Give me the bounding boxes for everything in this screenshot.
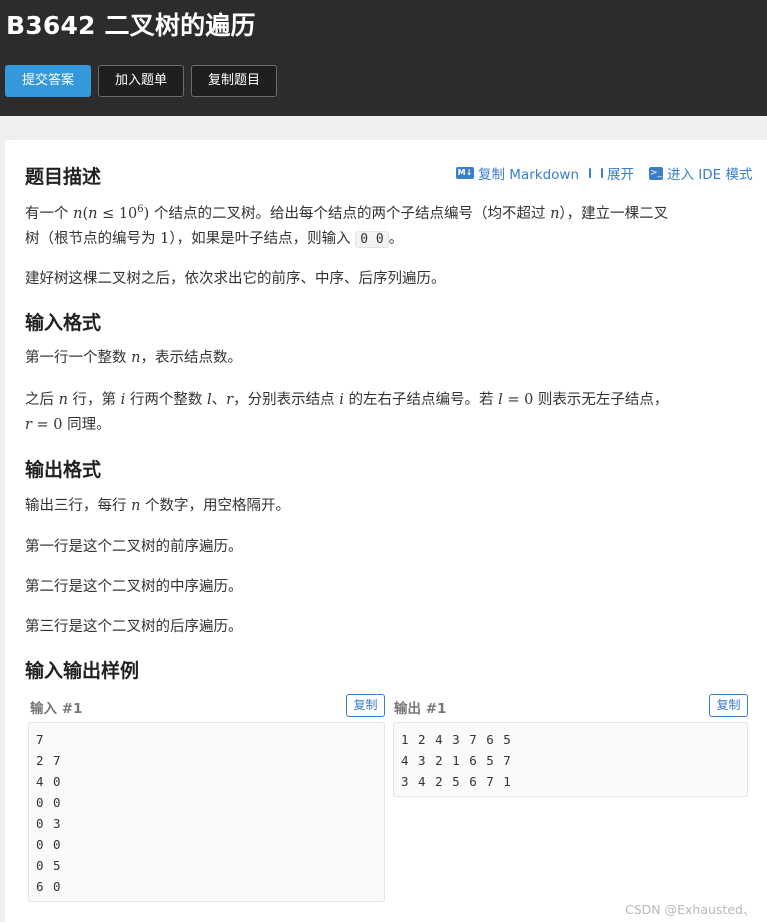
copy-markdown-label: 复制 Markdown <box>478 167 580 183</box>
description-line-2: 树（根节点的编号为 1），如果是叶子结点，则输入 0 0。 <box>25 231 404 248</box>
input-format-heading: 输入格式 <box>25 312 102 334</box>
input-format-line-1: 第一行一个整数 n，表示结点数。 <box>25 350 242 366</box>
description-paragraph-2: 建好树这棵二叉树之后，依次求出它的前序、中序、后序列遍历。 <box>25 271 446 287</box>
description-heading: 题目描述 <box>25 166 102 188</box>
input-format-line-3: r = 0 同理。 <box>25 417 111 433</box>
sample-output-label: 输出 #1 <box>394 701 447 717</box>
problem-card: 题目描述 M↓ 复制 Markdown 展开 >_ 进入 IDE 模式 有一个 … <box>5 140 767 922</box>
sample-input-label: 输入 #1 <box>30 701 83 717</box>
copy-markdown-link[interactable]: M↓ 复制 Markdown <box>456 163 579 183</box>
markdown-icon: M↓ <box>456 167 474 179</box>
sample-output-text: 1 2 4 3 7 6 5 4 3 2 1 6 5 7 3 4 2 5 6 7 … <box>401 732 512 789</box>
watermark: CSDN @Exhausted、 <box>625 902 756 917</box>
input-format-line-2: 之后 n 行，第 i 行两个整数 l、r，分别表示结点 i 的左右子结点编号。若… <box>25 392 669 408</box>
output-format-line-1: 输出三行，每行 n 个数字，用空格隔开。 <box>25 498 291 514</box>
submit-answer-button[interactable]: 提交答案 <box>5 65 91 97</box>
inline-code: 0 0 <box>355 231 389 248</box>
sample-input-box: 7 2 7 4 0 0 0 0 3 0 0 0 5 6 0 <box>28 722 385 902</box>
copy-output-button[interactable]: 复制 <box>709 694 748 717</box>
ide-mode-label: 进入 IDE 模式 <box>667 167 753 183</box>
copy-input-button[interactable]: 复制 <box>346 694 385 717</box>
sample-input-text: 7 2 7 4 0 0 0 0 3 0 0 0 5 6 0 <box>36 732 62 894</box>
expand-label: 展开 <box>607 167 634 183</box>
output-format-line-2: 第一行是这个二叉树的前序遍历。 <box>25 539 243 555</box>
ide-mode-link[interactable]: >_ 进入 IDE 模式 <box>649 163 753 183</box>
output-format-heading: 输出格式 <box>25 459 102 481</box>
page-title: B3642 二叉树的遍历 <box>6 11 256 40</box>
terminal-icon: >_ <box>649 166 663 180</box>
output-format-line-3: 第二行是这个二叉树的中序遍历。 <box>25 579 243 595</box>
header-bar: B3642 二叉树的遍历 提交答案 加入题单 复制题目 <box>0 0 767 116</box>
description-line-1: 有一个 n(n ≤ 106) 个结点的二叉树。给出每个结点的两个子结点编号（均不… <box>25 204 669 222</box>
add-to-list-button[interactable]: 加入题单 <box>98 65 184 97</box>
output-format-line-4: 第三行是这个二叉树的后序遍历。 <box>25 619 243 635</box>
sample-output-box: 1 2 4 3 7 6 5 4 3 2 1 6 5 7 3 4 2 5 6 7 … <box>393 722 748 797</box>
expand-link[interactable]: 展开 <box>589 163 634 183</box>
expand-icon <box>589 167 603 179</box>
copy-problem-button[interactable]: 复制题目 <box>191 65 277 97</box>
samples-heading: 输入输出样例 <box>25 660 140 682</box>
